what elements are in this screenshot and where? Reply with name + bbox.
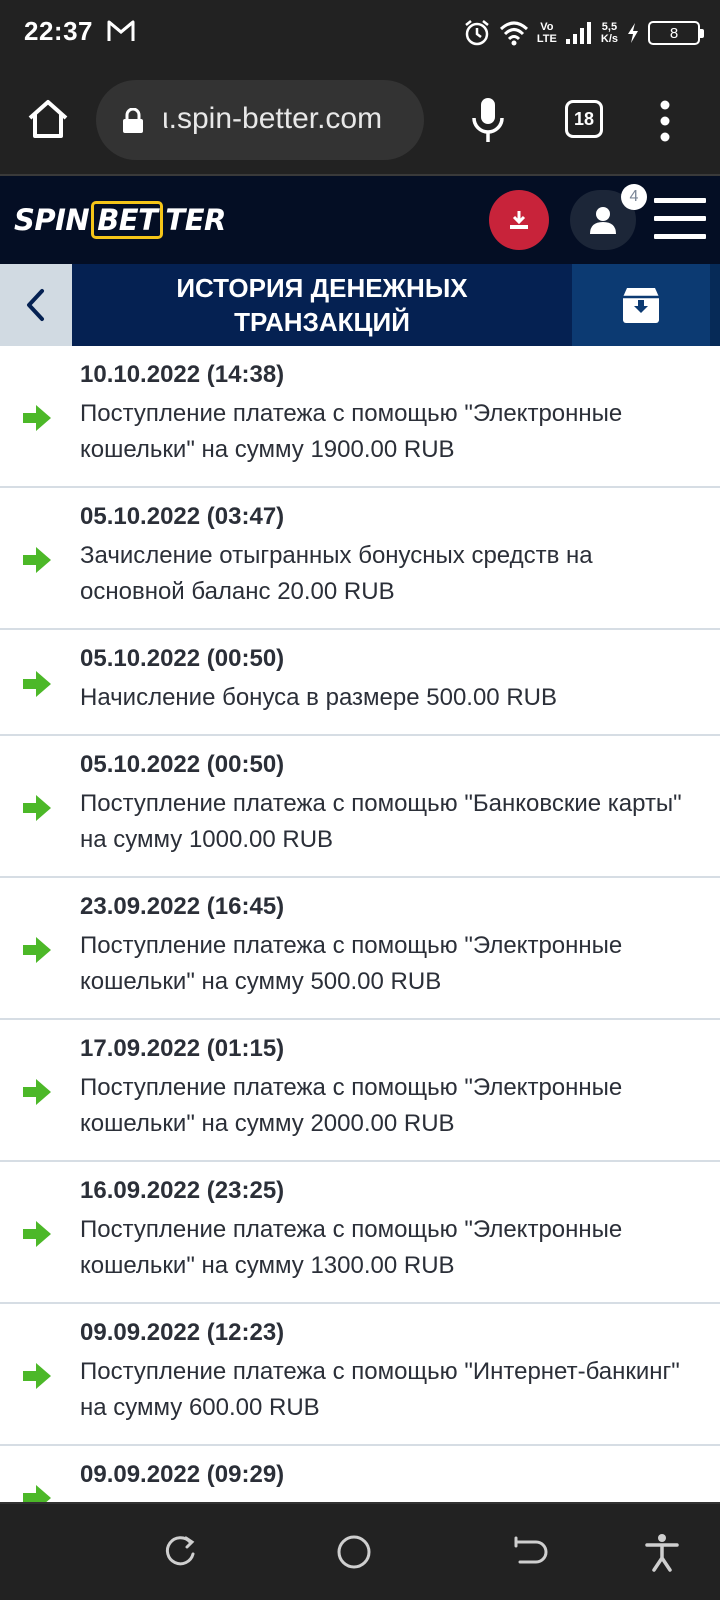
- transaction-list: 10.10.2022 (14:38) Поступление платежа с…: [0, 346, 720, 1504]
- incoming-arrow-icon: [23, 1363, 51, 1389]
- transaction-row[interactable]: 17.09.2022 (01:15) Поступление платежа с…: [0, 1020, 720, 1162]
- back-nav-icon[interactable]: [508, 1532, 548, 1572]
- download-icon: [510, 211, 528, 229]
- gmail-icon: [107, 20, 135, 41]
- transaction-row[interactable]: 10.10.2022 (14:38) Поступление платежа с…: [0, 346, 720, 488]
- transaction-description: Поступление платежа с помощью "Электронн…: [80, 1074, 623, 1137]
- network-speed-value: 5,5: [601, 21, 618, 33]
- battery-level: 8: [669, 24, 679, 42]
- incoming-arrow-icon: [23, 795, 51, 821]
- incoming-arrow-icon: [23, 405, 51, 431]
- volte-indicator: Vo LTE: [537, 21, 557, 45]
- transaction-description: Поступление платежа с помощью "Электронн…: [80, 1216, 623, 1279]
- incoming-arrow-icon: [23, 937, 51, 963]
- transaction-row[interactable]: 23.09.2022 (16:45) Поступление платежа с…: [0, 878, 720, 1020]
- network-speed-unit: K/s: [600, 33, 618, 45]
- hamburger-menu-icon[interactable]: [654, 198, 706, 240]
- logo-part-spin: SPIN: [14, 203, 90, 237]
- transaction-row[interactable]: 16.09.2022 (23:25) Поступление платежа с…: [0, 1162, 720, 1304]
- incoming-arrow-icon: [23, 1485, 51, 1504]
- logo-part-bet: BET: [91, 201, 164, 239]
- transaction-date: 09.09.2022 (09:29): [80, 1461, 285, 1488]
- transaction-description: Поступление платежа с помощью "Интернет-…: [80, 1358, 680, 1421]
- transaction-description: Начисление бонуса в размере 500.00 RUB: [80, 684, 557, 711]
- battery-icon: 8: [648, 21, 704, 45]
- browser-toolbar: ι.spin-better.com 18: [0, 66, 720, 176]
- incoming-arrow-icon: [23, 1221, 51, 1247]
- system-navigation-bar: [0, 1504, 720, 1600]
- incoming-arrow-icon: [23, 1079, 51, 1105]
- network-speed: 5,5 K/s: [601, 21, 618, 45]
- home-circle-icon[interactable]: [334, 1532, 374, 1572]
- transaction-row[interactable]: 09.09.2022 (12:23) Поступление платежа с…: [0, 1304, 720, 1446]
- transaction-date: 16.09.2022 (23:25): [80, 1177, 285, 1204]
- transaction-date: 23.09.2022 (16:45): [80, 893, 285, 920]
- archive-download-icon: [623, 288, 659, 323]
- lock-icon: [123, 108, 143, 133]
- transaction-date: 17.09.2022 (01:15): [80, 1035, 285, 1062]
- status-time: 22:37: [24, 16, 93, 46]
- back-button[interactable]: [0, 264, 72, 346]
- page-title-bar: ИСТОРИЯ ДЕНЕЖНЫХ ТРАНЗАКЦИЙ: [0, 264, 720, 346]
- archive-button[interactable]: [572, 264, 710, 346]
- logo-part-ter: TER: [165, 203, 226, 237]
- transaction-date: 05.10.2022 (00:50): [80, 751, 285, 778]
- recent-apps-icon[interactable]: [160, 1532, 200, 1572]
- chevron-left-icon: [27, 289, 44, 321]
- accessibility-icon[interactable]: [642, 1532, 682, 1572]
- spinbetter-logo[interactable]: SPIN BET TER: [14, 200, 226, 240]
- transaction-row[interactable]: 05.10.2022 (00:50) Поступление платежа с…: [0, 736, 720, 878]
- wifi-icon: [499, 21, 528, 46]
- transaction-row[interactable]: 05.10.2022 (00:50) Начисление бонуса в р…: [0, 630, 720, 736]
- transaction-row[interactable]: 05.10.2022 (03:47) Зачисление отыгранных…: [0, 488, 720, 630]
- transaction-date: 05.10.2022 (03:47): [80, 503, 285, 530]
- address-bar[interactable]: ι.spin-better.com: [96, 80, 424, 160]
- site-header: SPIN BET TER: [0, 176, 720, 264]
- status-icons: Vo LTE 5,5 K/s 8: [463, 14, 704, 52]
- more-options-icon[interactable]: [650, 98, 680, 144]
- charging-icon: [628, 23, 638, 43]
- transaction-row[interactable]: 09.09.2022 (09:29): [0, 1446, 720, 1504]
- transaction-description: Зачисление отыгранных бонусных средств н…: [80, 542, 593, 605]
- alarm-icon: [465, 20, 489, 46]
- microphone-icon[interactable]: [468, 96, 508, 144]
- tabs-button[interactable]: 18: [565, 100, 603, 138]
- transaction-date: 09.09.2022 (12:23): [80, 1319, 285, 1346]
- incoming-arrow-icon: [23, 671, 51, 697]
- transaction-date: 05.10.2022 (00:50): [80, 645, 285, 672]
- user-icon: [590, 207, 616, 234]
- transaction-description: Поступление платежа с помощью "Банковски…: [80, 790, 682, 853]
- notification-badge: 4: [621, 184, 647, 210]
- download-app-button[interactable]: [489, 190, 549, 250]
- volte-bottom: LTE: [536, 33, 557, 45]
- url-text: ι.spin-better.com: [162, 102, 383, 135]
- transaction-description: Поступление платежа с помощью "Электронн…: [80, 400, 623, 463]
- home-icon[interactable]: [24, 96, 72, 144]
- signal-icon: [565, 22, 591, 44]
- volte-top: Vo: [540, 21, 554, 33]
- page-title: ИСТОРИЯ ДЕНЕЖНЫХ ТРАНЗАКЦИЙ: [176, 273, 468, 337]
- status-bar: 22:37 Vo LTE 5,5 K/s 8: [0, 0, 720, 66]
- transaction-date: 10.10.2022 (14:38): [80, 361, 285, 388]
- transaction-description: Поступление платежа с помощью "Электронн…: [80, 932, 623, 995]
- incoming-arrow-icon: [23, 547, 51, 573]
- page-title-container: ИСТОРИЯ ДЕНЕЖНЫХ ТРАНЗАКЦИЙ: [72, 264, 572, 346]
